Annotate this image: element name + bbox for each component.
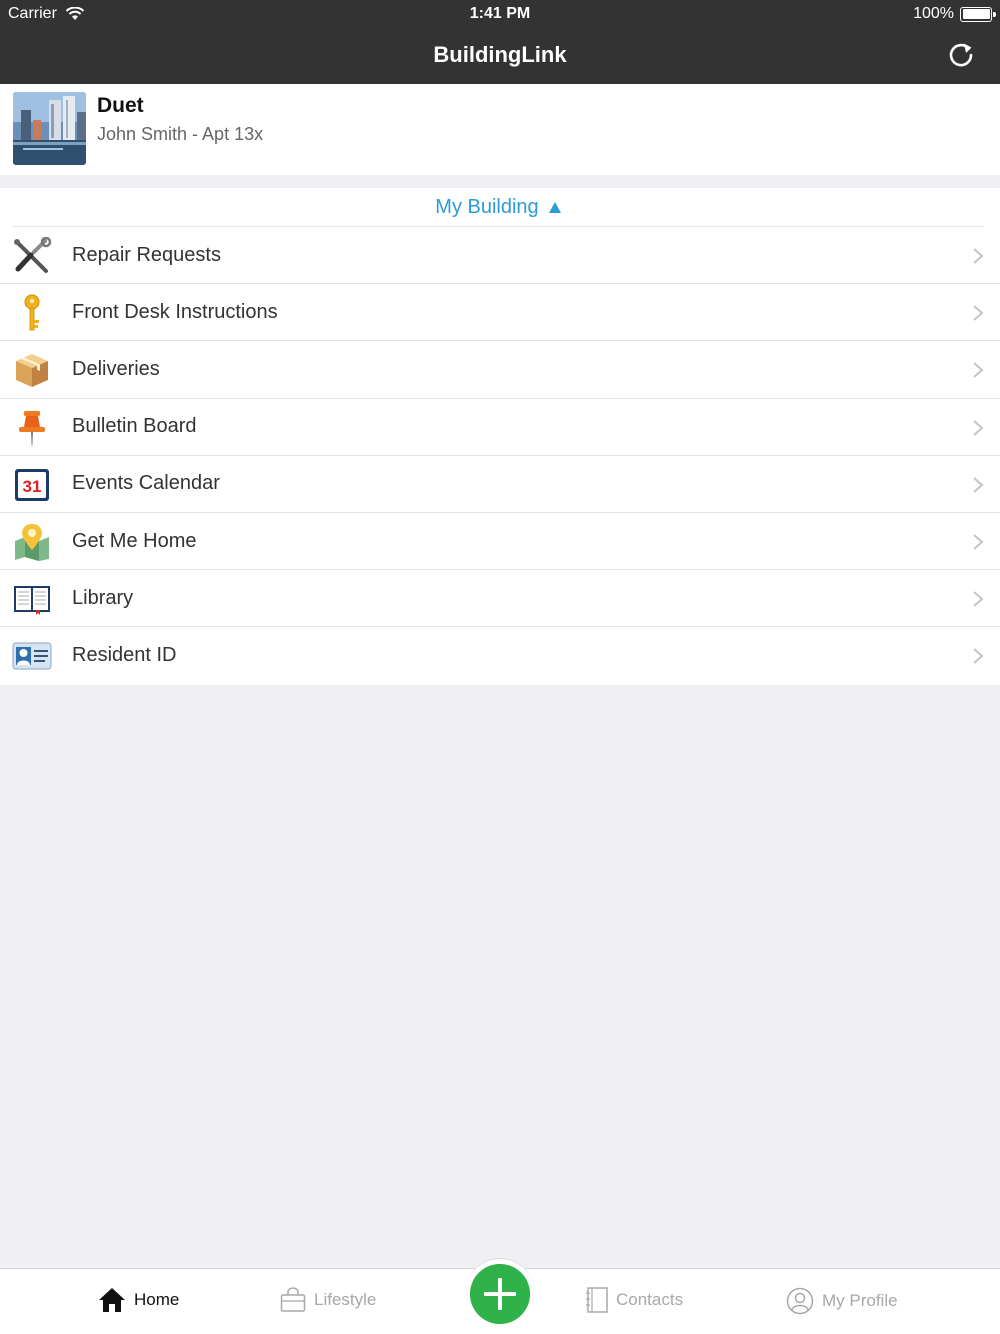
menu-item-label: Events Calendar (72, 472, 220, 495)
add-button[interactable] (470, 1264, 530, 1324)
building-card[interactable]: Duet John Smith - Apt 13x (0, 84, 1000, 175)
battery-fill (962, 9, 990, 19)
chevron-right-icon (973, 476, 984, 493)
key-icon (24, 294, 40, 331)
section-title: My Building (435, 195, 539, 218)
status-bar: Carrier 1:41 PM 100% (0, 0, 1000, 28)
status-time: 1:41 PM (469, 5, 531, 22)
chevron-right-icon (973, 591, 984, 607)
resident-info: John Smith - Apt 13x (97, 124, 264, 144)
chevron-right-icon (973, 305, 984, 321)
nav-title: BuildingLink (433, 42, 567, 67)
menu-item-get-me-home[interactable]: Get Me Home (0, 513, 1000, 571)
tab-label: Lifestyle (314, 1290, 377, 1309)
chevron-right-icon (973, 648, 984, 665)
id-card-icon (12, 642, 52, 670)
tools-icon (14, 237, 52, 273)
profile-icon (786, 1287, 814, 1315)
book-icon (14, 586, 50, 616)
chevron-right-icon (973, 419, 984, 436)
tab-lifestyle[interactable]: Lifestyle (280, 1287, 376, 1313)
building-name: Duet (97, 94, 144, 117)
menu-item-label: Resident ID (72, 644, 177, 667)
battery-indicator: 100% (913, 5, 996, 23)
tab-label: Home (134, 1290, 180, 1309)
top-bar: Carrier 1:41 PM 100% BuildingLink (0, 0, 1000, 84)
building-thumbnail (13, 92, 86, 165)
tab-my-profile[interactable]: My Profile (786, 1287, 898, 1315)
menu-item-label: Repair Requests (72, 243, 221, 266)
refresh-icon[interactable] (946, 40, 976, 70)
battery-icon (960, 6, 996, 22)
menu-item-library[interactable]: Library (0, 570, 1000, 628)
home-icon (99, 1288, 125, 1312)
section-header[interactable]: My Building (12, 188, 984, 227)
menu-item-label: Get Me Home (72, 529, 197, 552)
collapse-arrow-icon (548, 201, 561, 213)
menu-item-label: Library (72, 586, 134, 609)
tab-label: My Profile (822, 1291, 898, 1310)
menu-item-deliveries[interactable]: Deliveries (0, 341, 1000, 399)
address-book-icon (586, 1287, 608, 1313)
pushpin-icon (19, 410, 45, 446)
menu-item-resident-id[interactable]: Resident ID (0, 627, 1000, 684)
map-pin-icon (15, 523, 49, 561)
menu-item-front-desk-instructions[interactable]: Front Desk Instructions (0, 284, 1000, 342)
battery-percent: 100% (913, 5, 954, 22)
menu-item-label: Bulletin Board (72, 415, 197, 438)
tab-label: Contacts (616, 1290, 684, 1309)
chevron-right-icon (973, 362, 984, 379)
tab-home[interactable]: Home (98, 1287, 179, 1313)
menu-item-label: Deliveries (72, 357, 160, 380)
menu-item-events-calendar[interactable]: 31 Events Calendar (0, 456, 1000, 513)
package-icon (16, 354, 48, 388)
battery-tip (993, 11, 996, 17)
calendar-icon: 31 (15, 468, 49, 501)
tab-contacts[interactable]: Contacts (586, 1287, 683, 1313)
menu-item-bulletin-board[interactable]: Bulletin Board (0, 399, 1000, 456)
menu-item-repair-requests[interactable]: Repair Requests (0, 227, 1000, 285)
shopping-bag-icon (280, 1287, 306, 1312)
chevron-right-icon (973, 248, 984, 264)
my-building-section: My Building Repair Requests Front Desk I… (0, 188, 1000, 685)
calendar-day: 31 (23, 477, 42, 496)
chevron-right-icon (973, 534, 984, 550)
menu-item-label: Front Desk Instructions (72, 300, 278, 323)
